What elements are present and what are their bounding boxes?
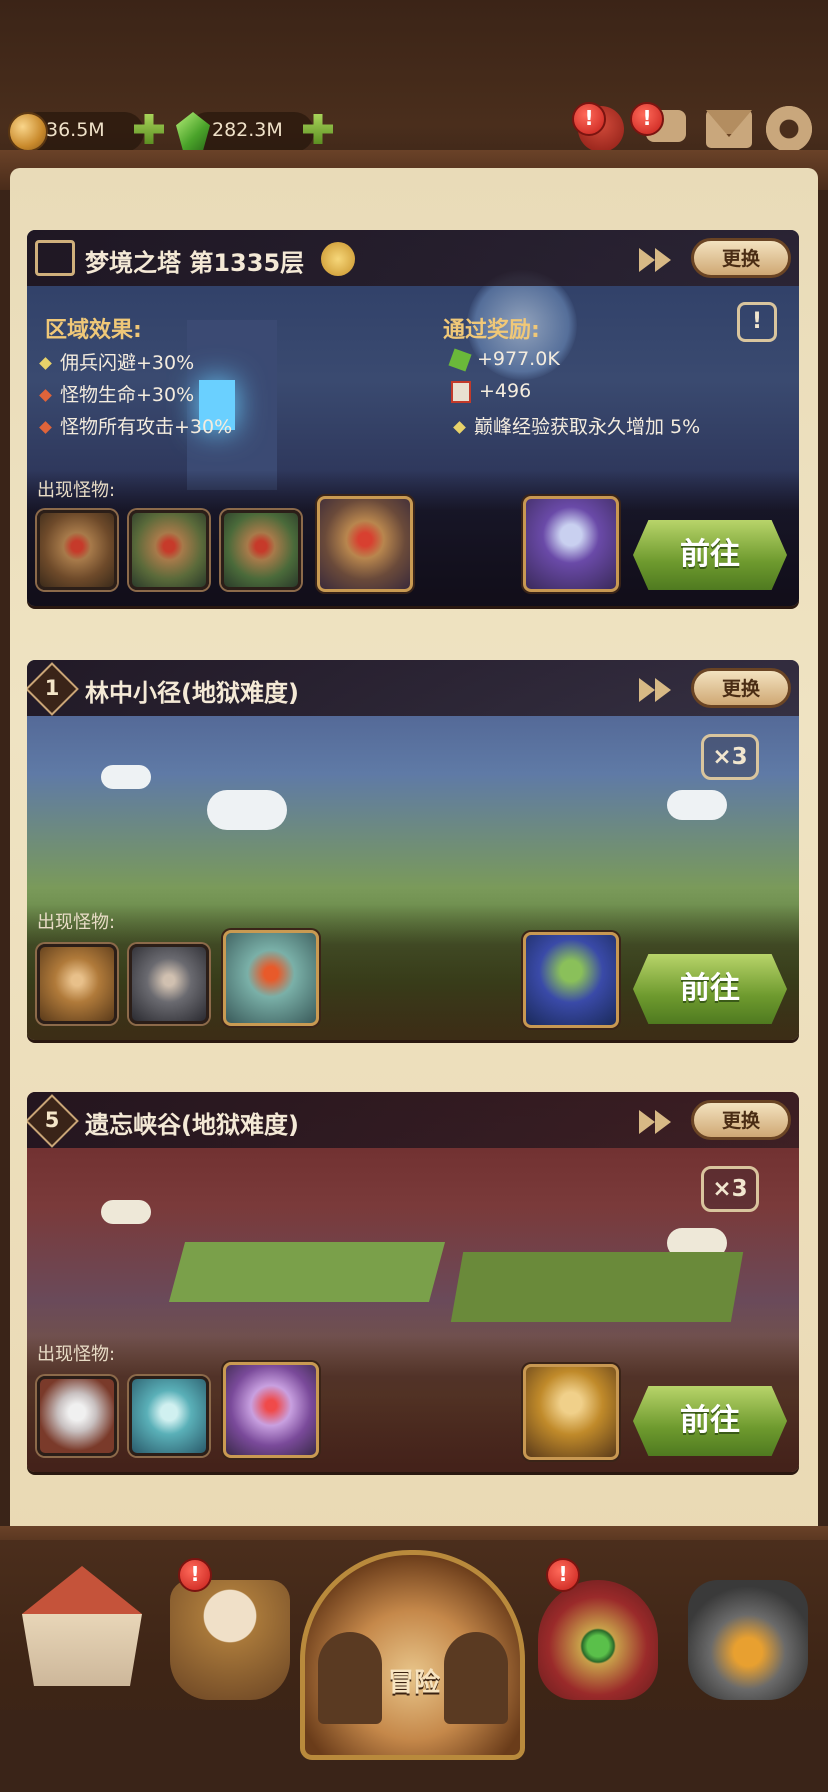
floating-island (168, 1242, 446, 1302)
monster-portrait[interactable] (129, 510, 209, 590)
info-icon[interactable]: ! (737, 302, 777, 342)
effect-line: 佣兵闪避+30% (39, 348, 194, 375)
card-title: 遗忘峡谷(地狱难度) (85, 1111, 299, 1139)
monster-label: 出现怪物: (37, 912, 116, 933)
boss-monster-portrait[interactable] (223, 930, 319, 1026)
gem-amount: 282.3M (212, 119, 283, 141)
card-title: 梦境之塔 第1335层 (85, 249, 305, 277)
monster-portrait[interactable] (129, 944, 209, 1024)
monster-portrait[interactable] (37, 944, 117, 1024)
tower-card: 梦境之塔 第1335层 更换 区域效果: 佣兵闪避+30% 怪物生命+30% 怪… (27, 230, 799, 606)
gold-amount: 36.5M (46, 119, 105, 141)
level-number: 1 (44, 676, 60, 700)
alert-badge: ! (572, 102, 606, 136)
change-button[interactable]: 更换 (691, 668, 791, 708)
stage-card: 1 林中小径(地狱难度) 更换 ×3 出现怪物: 前往 (27, 660, 799, 1040)
scroll-icon (451, 380, 471, 403)
gear-icon[interactable] (766, 106, 812, 152)
boss-monster-portrait[interactable] (317, 496, 413, 592)
reward-line: +496 (451, 380, 531, 403)
floating-island (450, 1252, 744, 1322)
cloud (667, 790, 727, 820)
go-button[interactable]: 前往 (633, 954, 787, 1024)
chest-icon[interactable] (538, 1580, 658, 1700)
cloud (207, 790, 287, 830)
hero-portrait[interactable] (523, 1364, 619, 1460)
stage-card: 5 遗忘峡谷(地狱难度) 更换 ×3 出现怪物: 前往 (27, 1092, 799, 1472)
change-button[interactable]: 更换 (691, 238, 791, 278)
tower-icon (35, 240, 75, 276)
monster-label: 出现怪物: (37, 1344, 116, 1365)
level-number: 5 (44, 1108, 60, 1132)
alert-badge: ! (630, 102, 664, 136)
gem-icon (448, 347, 472, 372)
monster-label: 出现怪物: (37, 480, 116, 501)
boss-monster-portrait[interactable] (223, 1362, 319, 1458)
reward-line: +977.0K (448, 347, 560, 372)
monster-portrait[interactable] (37, 1376, 117, 1456)
cloud (101, 1200, 151, 1224)
monster-portrait[interactable] (129, 1376, 209, 1456)
monster-portrait[interactable] (37, 510, 117, 590)
cloud (101, 765, 151, 789)
reward-line: 巅峰经验获取永久增加 5% (453, 412, 700, 439)
fast-forward-icon[interactable] (639, 1110, 655, 1134)
effect-line: 怪物所有攻击+30% (39, 412, 232, 439)
multiplier-badge: ×3 (701, 1166, 759, 1212)
alert-badge: ! (546, 1558, 580, 1592)
area-effect-title: 区域效果: (45, 318, 142, 343)
mail-icon[interactable] (706, 110, 752, 148)
card-title: 林中小径(地狱难度) (85, 679, 299, 707)
hero-portrait[interactable] (523, 496, 619, 592)
multiplier-badge: ×3 (701, 734, 759, 780)
fast-forward-icon (655, 248, 671, 272)
alert-badge: ! (178, 1558, 212, 1592)
forge-icon[interactable] (688, 1580, 808, 1700)
go-button[interactable]: 前往 (633, 1386, 787, 1456)
go-button[interactable]: 前往 (633, 520, 787, 590)
refresh-icon[interactable] (321, 242, 355, 276)
hero-portrait[interactable] (523, 932, 619, 1028)
monster-portrait[interactable] (221, 510, 301, 590)
gold-coin-icon (8, 112, 48, 152)
reward-title: 通过奖励: (443, 318, 540, 343)
fast-forward-icon[interactable] (639, 678, 655, 702)
fast-forward-icon (655, 678, 671, 702)
change-button[interactable]: 更换 (691, 1100, 791, 1140)
effect-line: 怪物生命+30% (39, 380, 194, 407)
fast-forward-icon (655, 1110, 671, 1134)
fast-forward-icon[interactable] (639, 248, 655, 272)
